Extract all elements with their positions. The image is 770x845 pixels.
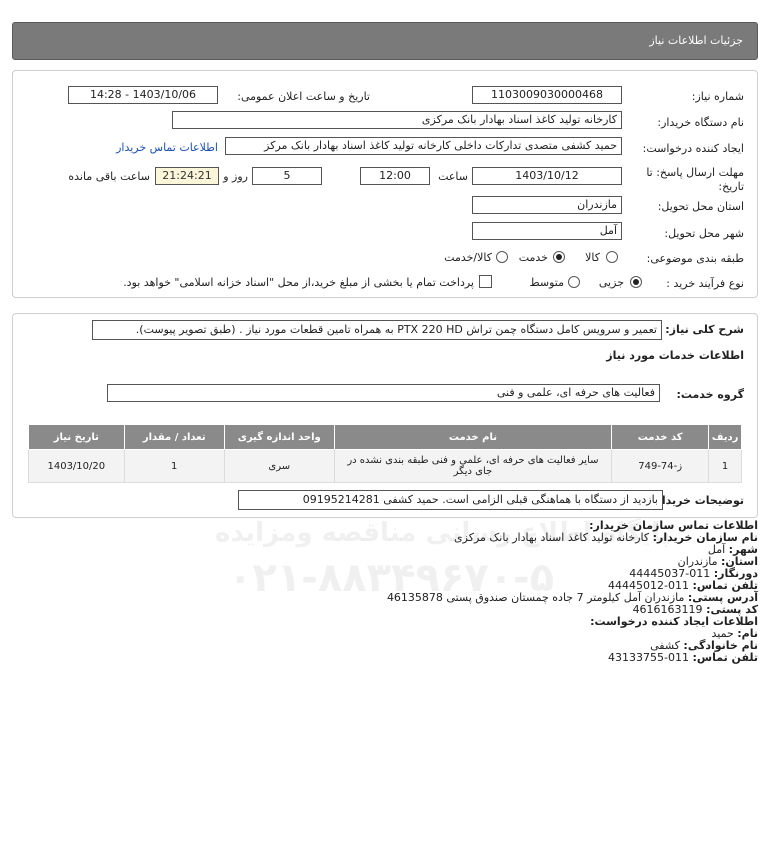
remaining-time-label: ساعت باقی مانده [68, 170, 150, 183]
process-radio-medium[interactable] [568, 276, 580, 288]
cell-code: ز-74-749 [611, 449, 710, 483]
deadline-date-field: 1403/10/12 [472, 167, 622, 185]
category-label: طبقه بندی موضوعی: [646, 252, 744, 265]
deadline-label: مهلت ارسال پاسخ: تا [646, 166, 744, 179]
col-name: نام خدمت [333, 424, 613, 450]
creator-phone: 011-43133755 [608, 651, 690, 664]
creator-label: ایجاد کننده درخواست: [642, 142, 744, 155]
table-header-row: ردیف کد خدمت نام خدمت واحد اندازه گیری ت… [28, 424, 742, 450]
creator-field: حمید کشفی متصدی تدارکات داخلی کارخانه تو… [225, 137, 622, 155]
services-header: اطلاعات خدمات مورد نیاز [606, 349, 744, 362]
category-radio-both[interactable] [496, 251, 508, 263]
process-option-minor: جزیی [598, 276, 624, 289]
days-field: 5 [252, 167, 322, 185]
deadline-time-label: ساعت [438, 170, 468, 183]
treasury-payment-checkbox[interactable] [479, 275, 492, 288]
buyer-org-label: نام دستگاه خریدار: [657, 116, 744, 129]
col-row: ردیف [708, 424, 742, 450]
announce-field: 1403/10/06 - 14:28 [68, 86, 218, 104]
cell-name: سایر فعالیت های حرفه ای، علمی و فنی طبقه… [333, 449, 613, 483]
creator-phone-label: تلفن تماس: [692, 651, 758, 664]
process-radio-minor[interactable] [630, 276, 642, 288]
process-option-medium: متوسط [529, 276, 564, 289]
buyer-notes-label: توضیحات خریدار: [651, 494, 744, 507]
col-code: کد خدمت [611, 424, 710, 450]
service-group-field: فعالیت های حرفه ای، علمی و فنی [107, 384, 660, 402]
city-label: شهر محل تحویل: [664, 227, 744, 240]
table-row: 1 ز-74-749 سایر فعالیت های حرفه ای، علمی… [28, 449, 742, 483]
cell-row: 1 [708, 449, 742, 483]
description-label: شرح کلی نیاز: [665, 323, 744, 336]
remaining-time-field: 21:24:21 [155, 167, 219, 185]
contact-org: کارخانه تولید کاغذ اسناد بهادار بانک مرک… [454, 531, 650, 544]
category-option-goods: کالا [585, 251, 600, 264]
announce-label: تاریخ و ساعت اعلان عمومی: [237, 90, 370, 103]
category-radio-goods[interactable] [606, 251, 618, 263]
deadline-time-field: 12:00 [360, 167, 430, 185]
category-option-both: کالا/خدمت [444, 251, 492, 264]
category-radio-service[interactable] [553, 251, 565, 263]
services-panel [12, 313, 758, 518]
process-label: نوع فرآیند خرید : [666, 277, 744, 290]
days-label: روز و [223, 170, 248, 183]
service-group-label: گروه خدمت: [676, 388, 744, 401]
province-label: استان محل تحویل: [657, 200, 744, 213]
category-option-service: خدمت [518, 251, 548, 264]
deadline-date-label: تاریخ: [718, 180, 744, 193]
cell-qty: 1 [123, 449, 225, 483]
col-date: تاریخ نیاز [28, 424, 125, 450]
province-field: مازندران [472, 196, 622, 214]
buyer-org-field: کارخانه تولید کاغذ اسناد بهادار بانک مرک… [172, 111, 622, 129]
treasury-payment-text: پرداخت تمام یا بخشی از مبلغ خرید،از محل … [123, 276, 474, 289]
col-qty: تعداد / مقدار [123, 424, 225, 450]
cell-date: 1403/10/20 [28, 449, 125, 483]
page-title-bar: جزئیات اطلاعات نیاز [12, 22, 758, 60]
services-table: ردیف کد خدمت نام خدمت واحد اندازه گیری ت… [28, 424, 742, 483]
buyer-contact-link[interactable]: اطلاعات تماس خریدار [116, 141, 218, 154]
cell-unit: سری [223, 449, 335, 483]
city-field: آمل [472, 222, 622, 240]
page-title: جزئیات اطلاعات نیاز [649, 34, 743, 47]
need-number-field: 1103009030000468 [472, 86, 622, 104]
need-number-label: شماره نیاز: [691, 90, 744, 103]
description-field: تعمیر و سرویس کامل دستگاه چمن تراش PTX 2… [92, 320, 662, 340]
buyer-contact-section: اطلاعات تماس سازمان خریدار: نام سازمان خ… [18, 520, 758, 664]
buyer-notes-field: بازدید از دستگاه با هماهنگی قبلی الزامی … [238, 490, 663, 510]
col-unit: واحد اندازه گیری [223, 424, 335, 450]
